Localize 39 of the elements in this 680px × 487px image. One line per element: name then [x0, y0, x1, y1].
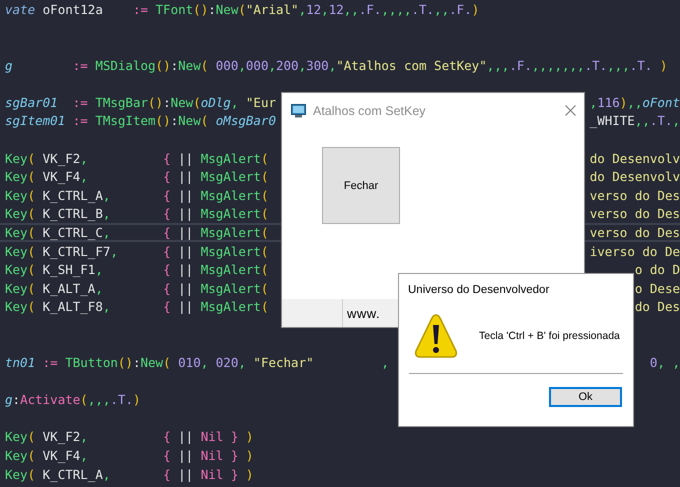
ok-button[interactable]: Ok [549, 387, 622, 407]
code-text: Key( VK_F4, { || Nil } ) [5, 448, 254, 464]
code-text: g := MSDialog():New( 000,000,200,300,"Atalhos com SetKey",,,.F.,,,,,,,.T.,,,.T. ) [5, 58, 668, 73]
alert-title: Universo do Desenvolvedor [407, 283, 550, 296]
code-text: _WHITE,,.T., [590, 113, 680, 128]
code-text: o Dese [634, 280, 680, 296]
code-text: Key( K_CTRL_B, { || MsgAlert( [5, 206, 268, 222]
code-text: sgItem01 := TMsgItem():New( oMsgBar0 [5, 113, 276, 128]
code-text: do Desenvolv [590, 169, 680, 184]
code-text: ,116),,oFont [590, 94, 680, 110]
status-text: www. [346, 306, 380, 320]
code-text: Key( K_CTRL_F7, { || MsgAlert( [5, 244, 268, 259]
code-text: 0, , [650, 355, 680, 370]
code-text: sgBar01 := TMsgBar():New(oDlg, "Eur [5, 94, 276, 110]
code-text: Key( K_ALT_F8, { || MsgAlert( [5, 299, 268, 314]
code-text: do Des [634, 299, 680, 314]
code-text: Key( K_CTRL_A, { || Nil } ) [5, 466, 254, 482]
window-title: Atalhos com SetKey [313, 104, 427, 118]
code-text: Key( K_CTRL_A, { || MsgAlert( [5, 188, 268, 203]
code-text: g:Activate(,,,.T.) [5, 392, 140, 408]
code-text: o do D [634, 262, 680, 278]
code-text: Key( K_SH_F1, { || MsgAlert( [5, 262, 268, 278]
code-text: do Desenvolv [590, 150, 680, 166]
warning-icon [414, 313, 458, 359]
code-text: Key( K_ALT_A, { || MsgAlert( [5, 280, 268, 296]
code-text: Key( VK_F2, { || Nil } ) [5, 429, 254, 444]
code-text: verso do Des [590, 206, 680, 222]
close-button[interactable]: Fechar [322, 147, 400, 224]
code-text: tn01 := TButton():New( 010, 020, "Fechar" , [5, 355, 389, 370]
code-text: iverso do De [590, 244, 680, 259]
code-text: Key( VK_F4, { || MsgAlert( [5, 169, 268, 184]
alert-message: Tecla 'Ctrl + B' foi pressionada [479, 330, 620, 342]
close-icon[interactable] [565, 105, 576, 116]
code-text: Key( K_CTRL_C, { || MsgAlert( [5, 224, 268, 240]
code-text: verso do Des [590, 224, 680, 240]
code-text: Key( VK_F2, { || MsgAlert( [5, 150, 268, 166]
monitor-icon [291, 104, 306, 118]
code-text: verso do Des [590, 188, 680, 203]
code-text: vate oFont12a := TFont():New("Arial",12,12,,.F.,,,,.T.,,.F.) [5, 2, 480, 17]
